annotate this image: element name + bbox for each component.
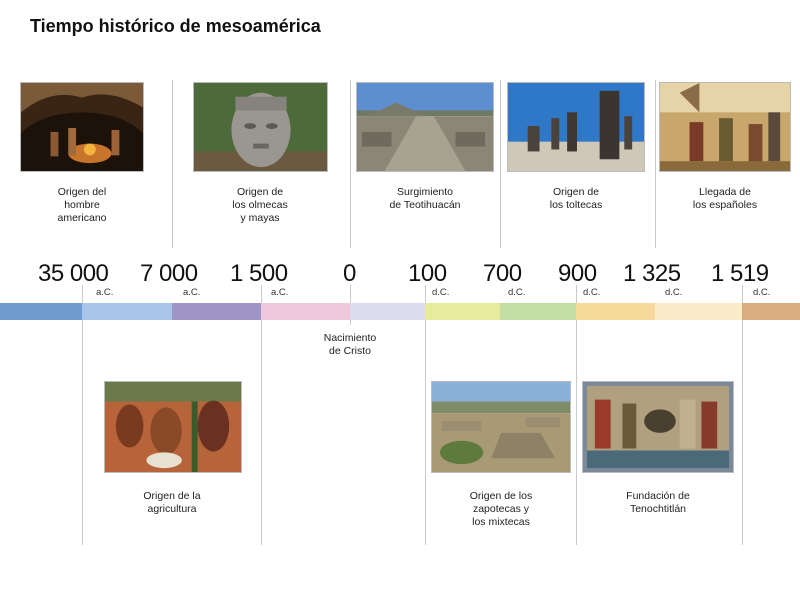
era-label: a.C.	[271, 287, 289, 298]
timeline-segment	[425, 303, 500, 320]
event-label-origen-olmecas-mayas: Origen de los olmecas y mayas	[232, 186, 288, 224]
year-label: 900	[558, 260, 597, 287]
timeline-segment	[576, 303, 655, 320]
spanish-arrival-image	[659, 82, 791, 172]
year-label: 1 325	[623, 260, 681, 287]
divider-line	[655, 80, 656, 248]
era-label: a.C.	[183, 287, 201, 298]
teotihuacan-image	[356, 82, 494, 172]
event-label-origen-agricultura: Origen de la agricultura	[143, 490, 201, 515]
monte-alban-image	[431, 381, 571, 473]
event-label-origen-toltecas: Origen de los toltecas	[549, 186, 603, 211]
timeline-segment	[500, 303, 576, 320]
divider-line	[576, 285, 577, 545]
timeline-segment	[655, 303, 742, 320]
event-label-llegada-espanoles: Llegada de los españoles	[692, 186, 758, 211]
year-label: 100	[408, 260, 447, 287]
timeline-segment	[261, 303, 350, 320]
era-label: a.C.	[96, 287, 114, 298]
event-label-fundacion-tenochtitlan: Fundación de Tenochtitlán	[626, 490, 690, 515]
era-label: d.C.	[432, 287, 450, 298]
year-label: 1 500	[230, 260, 288, 287]
event-label-origen-zapotecas-mixtecas: Origen de los zapotecas y los mixtecas	[469, 490, 533, 528]
year-label: 35 000	[38, 260, 109, 287]
toltec-atlantes-image	[507, 82, 645, 172]
cave-people-image	[20, 82, 144, 172]
year-label: 0	[343, 260, 356, 287]
divider-line	[425, 285, 426, 545]
year-label: 700	[483, 260, 522, 287]
timeline-segment	[742, 303, 800, 320]
divider-line	[742, 285, 743, 545]
olmec-head-image	[193, 82, 328, 172]
divider-line	[172, 80, 173, 248]
event-label-surgimiento-teotihuacan: Surgimiento de Teotihuacán	[389, 186, 461, 211]
era-label: d.C.	[508, 287, 526, 298]
divider-line	[350, 80, 351, 248]
year-label: 7 000	[140, 260, 198, 287]
era-label: d.C.	[665, 287, 683, 298]
tenochtitlan-codex-image	[582, 381, 734, 473]
era-label: d.C.	[583, 287, 601, 298]
timeline-segment	[350, 303, 425, 320]
divider-line	[82, 285, 83, 545]
page-title: Tiempo histórico de mesoamérica	[30, 16, 321, 36]
timeline-segment	[82, 303, 172, 320]
event-label-nacimiento-cristo: Nacimiento de Cristo	[323, 332, 377, 357]
event-label-origen-hombre-americano: Origen del hombre americano	[57, 186, 107, 224]
year-label: 1 519	[711, 260, 769, 287]
timeline-segment	[172, 303, 261, 320]
divider-line	[500, 80, 501, 248]
divider-line	[261, 285, 262, 545]
era-label: d.C.	[753, 287, 771, 298]
timeline-segment	[0, 303, 82, 320]
agriculture-mural-image	[104, 381, 242, 473]
